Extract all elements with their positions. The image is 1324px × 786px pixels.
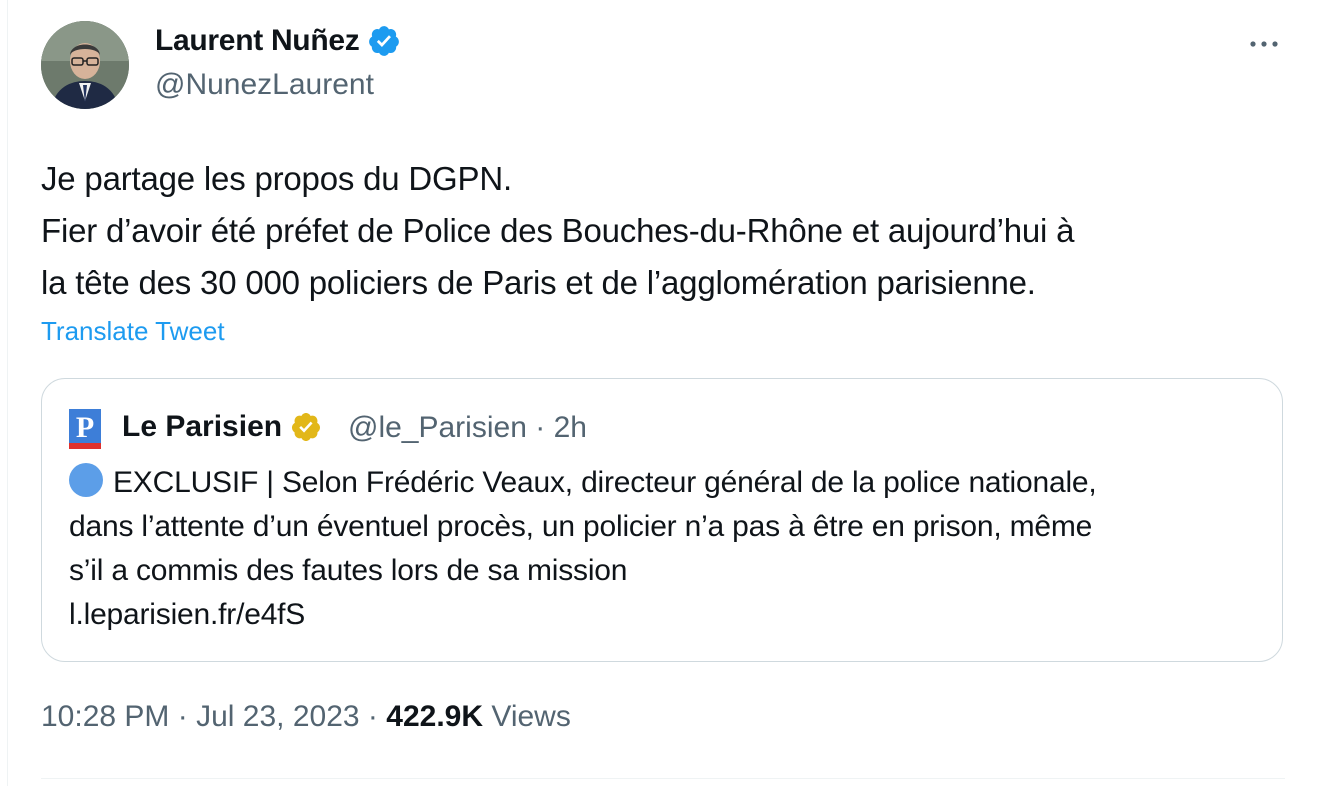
quoted-line: dans l’attente d’un éventuel procès, un … (69, 510, 1093, 543)
quoted-handle[interactable]: @le_Parisien (348, 411, 527, 444)
avatar-photo-icon (41, 21, 129, 109)
quoted-author-name[interactable]: Le Parisien (122, 410, 322, 444)
left-border (7, 0, 8, 786)
author-display-name[interactable]: Laurent Nuñez (155, 24, 401, 58)
tweet-time[interactable]: 10:28 PM (41, 700, 169, 733)
tweet-line: la tête des 30 000 policiers de Paris et… (41, 264, 1036, 301)
quoted-tweet-card[interactable]: P Le Parisien @le_Parisien · 2h EXCLUSIF… (41, 378, 1283, 662)
translate-tweet-link[interactable]: Translate Tweet (41, 316, 225, 347)
views-label: Views (491, 700, 571, 733)
quoted-line: s’il a commis des fautes lors de sa miss… (69, 554, 628, 587)
quoted-link[interactable]: l.leparisien.fr/e4fS (69, 593, 1269, 637)
author-handle[interactable]: @NunezLaurent (155, 68, 374, 102)
more-dots-icon (1250, 41, 1278, 47)
author-avatar[interactable] (41, 21, 129, 109)
tweet-text: Je partage les propos du DGPN. Fier d’av… (41, 153, 1291, 309)
meta-separator: · (535, 411, 546, 444)
footer-divider (41, 778, 1285, 779)
views-count: 422.9K (386, 700, 484, 733)
tweet-timestamp-row: 10:28 PM · Jul 23, 2023 · 422.9K Views (41, 700, 571, 734)
tweet-date[interactable]: Jul 23, 2023 (196, 700, 359, 733)
more-options-button[interactable] (1243, 26, 1285, 62)
quoted-line: EXCLUSIF | Selon Frédéric Veaux, directe… (69, 461, 1269, 505)
verified-badge-blue-icon (369, 26, 400, 56)
tweet-line: Fier d’avoir été préfet de Police des Bo… (41, 212, 1075, 249)
blue-circle-emoji-icon (69, 463, 103, 497)
author-name-text[interactable]: Laurent Nuñez (155, 24, 360, 58)
quoted-author-name-text[interactable]: Le Parisien (122, 410, 282, 444)
quoted-meta: @le_Parisien · 2h (348, 411, 587, 445)
quoted-tweet-body: EXCLUSIF | Selon Frédéric Veaux, directe… (69, 461, 1269, 637)
footer-separator: · (367, 700, 378, 733)
footer-separator: · (177, 700, 188, 733)
tweet-line: Je partage les propos du DGPN. (41, 160, 512, 197)
quoted-line-text: EXCLUSIF | Selon Frédéric Veaux, directe… (113, 466, 1097, 499)
logo-letter: P (76, 411, 94, 444)
verified-badge-gold-icon (292, 413, 321, 441)
quoted-age[interactable]: 2h (554, 411, 587, 444)
le-parisien-logo-icon: P (69, 409, 101, 449)
